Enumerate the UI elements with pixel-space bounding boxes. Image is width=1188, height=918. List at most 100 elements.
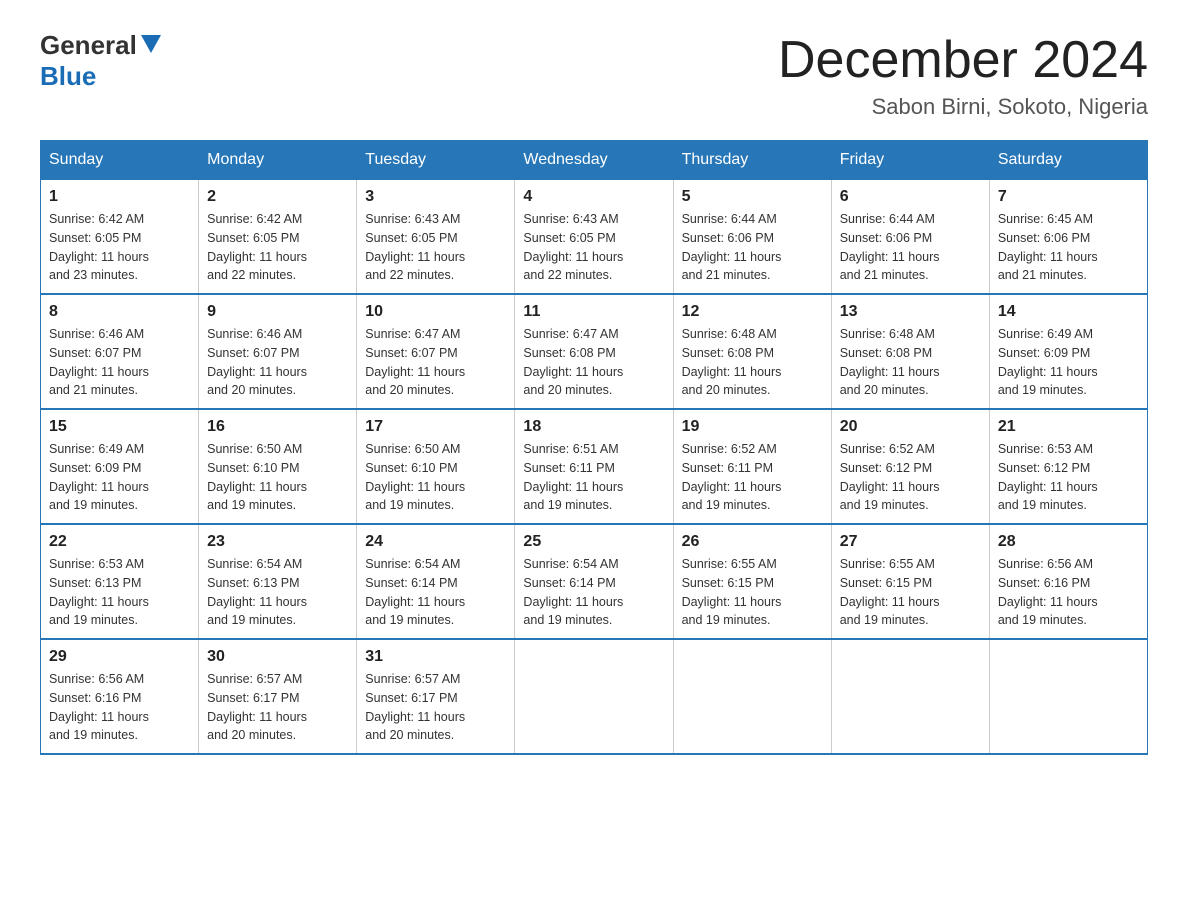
calendar-table: SundayMondayTuesdayWednesdayThursdayFrid… — [40, 140, 1148, 755]
day-number: 14 — [998, 303, 1139, 321]
calendar-day-cell: 1 Sunrise: 6:42 AM Sunset: 6:05 PM Dayli… — [41, 180, 199, 295]
calendar-day-cell: 14 Sunrise: 6:49 AM Sunset: 6:09 PM Dayl… — [989, 294, 1147, 409]
day-info: Sunrise: 6:48 AM Sunset: 6:08 PM Dayligh… — [840, 325, 981, 400]
calendar-day-cell: 28 Sunrise: 6:56 AM Sunset: 6:16 PM Dayl… — [989, 524, 1147, 639]
calendar-day-cell: 8 Sunrise: 6:46 AM Sunset: 6:07 PM Dayli… — [41, 294, 199, 409]
day-info: Sunrise: 6:51 AM Sunset: 6:11 PM Dayligh… — [523, 440, 664, 515]
day-info: Sunrise: 6:46 AM Sunset: 6:07 PM Dayligh… — [207, 325, 348, 400]
day-info: Sunrise: 6:48 AM Sunset: 6:08 PM Dayligh… — [682, 325, 823, 400]
day-info: Sunrise: 6:53 AM Sunset: 6:12 PM Dayligh… — [998, 440, 1139, 515]
logo-general-text: General — [40, 30, 137, 61]
calendar-day-cell: 24 Sunrise: 6:54 AM Sunset: 6:14 PM Dayl… — [357, 524, 515, 639]
day-number: 27 — [840, 533, 981, 551]
calendar-day-cell: 4 Sunrise: 6:43 AM Sunset: 6:05 PM Dayli… — [515, 180, 673, 295]
calendar-day-cell: 17 Sunrise: 6:50 AM Sunset: 6:10 PM Dayl… — [357, 409, 515, 524]
day-number: 30 — [207, 648, 348, 666]
day-number: 3 — [365, 188, 506, 206]
weekday-header-saturday: Saturday — [989, 141, 1147, 180]
calendar-day-cell: 7 Sunrise: 6:45 AM Sunset: 6:06 PM Dayli… — [989, 180, 1147, 295]
calendar-day-cell: 19 Sunrise: 6:52 AM Sunset: 6:11 PM Dayl… — [673, 409, 831, 524]
location-subtitle: Sabon Birni, Sokoto, Nigeria — [778, 94, 1148, 120]
calendar-day-cell: 20 Sunrise: 6:52 AM Sunset: 6:12 PM Dayl… — [831, 409, 989, 524]
calendar-week-row: 22 Sunrise: 6:53 AM Sunset: 6:13 PM Dayl… — [41, 524, 1148, 639]
weekday-header-tuesday: Tuesday — [357, 141, 515, 180]
calendar-day-cell: 3 Sunrise: 6:43 AM Sunset: 6:05 PM Dayli… — [357, 180, 515, 295]
day-number: 17 — [365, 418, 506, 436]
calendar-day-cell: 12 Sunrise: 6:48 AM Sunset: 6:08 PM Dayl… — [673, 294, 831, 409]
day-info: Sunrise: 6:54 AM Sunset: 6:14 PM Dayligh… — [365, 555, 506, 630]
day-info: Sunrise: 6:49 AM Sunset: 6:09 PM Dayligh… — [998, 325, 1139, 400]
day-number: 25 — [523, 533, 664, 551]
day-number: 11 — [523, 303, 664, 321]
calendar-week-row: 15 Sunrise: 6:49 AM Sunset: 6:09 PM Dayl… — [41, 409, 1148, 524]
day-info: Sunrise: 6:42 AM Sunset: 6:05 PM Dayligh… — [207, 210, 348, 285]
day-info: Sunrise: 6:57 AM Sunset: 6:17 PM Dayligh… — [365, 670, 506, 745]
day-number: 19 — [682, 418, 823, 436]
calendar-day-cell: 5 Sunrise: 6:44 AM Sunset: 6:06 PM Dayli… — [673, 180, 831, 295]
day-info: Sunrise: 6:44 AM Sunset: 6:06 PM Dayligh… — [682, 210, 823, 285]
day-number: 7 — [998, 188, 1139, 206]
day-info: Sunrise: 6:55 AM Sunset: 6:15 PM Dayligh… — [682, 555, 823, 630]
calendar-day-cell: 10 Sunrise: 6:47 AM Sunset: 6:07 PM Dayl… — [357, 294, 515, 409]
day-number: 9 — [207, 303, 348, 321]
day-number: 31 — [365, 648, 506, 666]
calendar-day-cell — [831, 639, 989, 754]
day-info: Sunrise: 6:50 AM Sunset: 6:10 PM Dayligh… — [207, 440, 348, 515]
day-number: 21 — [998, 418, 1139, 436]
day-info: Sunrise: 6:53 AM Sunset: 6:13 PM Dayligh… — [49, 555, 190, 630]
calendar-week-row: 1 Sunrise: 6:42 AM Sunset: 6:05 PM Dayli… — [41, 180, 1148, 295]
day-number: 8 — [49, 303, 190, 321]
calendar-day-cell: 23 Sunrise: 6:54 AM Sunset: 6:13 PM Dayl… — [199, 524, 357, 639]
calendar-day-cell — [989, 639, 1147, 754]
logo-triangle-icon — [141, 33, 161, 59]
calendar-day-cell: 27 Sunrise: 6:55 AM Sunset: 6:15 PM Dayl… — [831, 524, 989, 639]
logo-blue-text: Blue — [40, 61, 96, 91]
month-title: December 2024 — [778, 30, 1148, 90]
day-number: 13 — [840, 303, 981, 321]
title-area: December 2024 Sabon Birni, Sokoto, Niger… — [778, 30, 1148, 120]
day-number: 4 — [523, 188, 664, 206]
weekday-header-monday: Monday — [199, 141, 357, 180]
day-info: Sunrise: 6:46 AM Sunset: 6:07 PM Dayligh… — [49, 325, 190, 400]
day-number: 20 — [840, 418, 981, 436]
day-number: 16 — [207, 418, 348, 436]
day-info: Sunrise: 6:52 AM Sunset: 6:11 PM Dayligh… — [682, 440, 823, 515]
weekday-header-wednesday: Wednesday — [515, 141, 673, 180]
day-info: Sunrise: 6:43 AM Sunset: 6:05 PM Dayligh… — [523, 210, 664, 285]
calendar-day-cell: 21 Sunrise: 6:53 AM Sunset: 6:12 PM Dayl… — [989, 409, 1147, 524]
day-number: 26 — [682, 533, 823, 551]
calendar-day-cell: 9 Sunrise: 6:46 AM Sunset: 6:07 PM Dayli… — [199, 294, 357, 409]
day-number: 5 — [682, 188, 823, 206]
header: General Blue December 2024 Sabon Birni, … — [40, 30, 1148, 120]
day-info: Sunrise: 6:42 AM Sunset: 6:05 PM Dayligh… — [49, 210, 190, 285]
day-number: 18 — [523, 418, 664, 436]
day-number: 10 — [365, 303, 506, 321]
day-number: 24 — [365, 533, 506, 551]
day-info: Sunrise: 6:47 AM Sunset: 6:07 PM Dayligh… — [365, 325, 506, 400]
calendar-day-cell: 16 Sunrise: 6:50 AM Sunset: 6:10 PM Dayl… — [199, 409, 357, 524]
weekday-header-row: SundayMondayTuesdayWednesdayThursdayFrid… — [41, 141, 1148, 180]
day-number: 15 — [49, 418, 190, 436]
day-number: 1 — [49, 188, 190, 206]
calendar-week-row: 8 Sunrise: 6:46 AM Sunset: 6:07 PM Dayli… — [41, 294, 1148, 409]
weekday-header-sunday: Sunday — [41, 141, 199, 180]
day-info: Sunrise: 6:54 AM Sunset: 6:13 PM Dayligh… — [207, 555, 348, 630]
day-number: 28 — [998, 533, 1139, 551]
day-info: Sunrise: 6:56 AM Sunset: 6:16 PM Dayligh… — [998, 555, 1139, 630]
calendar-day-cell: 26 Sunrise: 6:55 AM Sunset: 6:15 PM Dayl… — [673, 524, 831, 639]
day-info: Sunrise: 6:52 AM Sunset: 6:12 PM Dayligh… — [840, 440, 981, 515]
day-info: Sunrise: 6:57 AM Sunset: 6:17 PM Dayligh… — [207, 670, 348, 745]
weekday-header-friday: Friday — [831, 141, 989, 180]
calendar-day-cell: 25 Sunrise: 6:54 AM Sunset: 6:14 PM Dayl… — [515, 524, 673, 639]
day-info: Sunrise: 6:54 AM Sunset: 6:14 PM Dayligh… — [523, 555, 664, 630]
calendar-day-cell: 6 Sunrise: 6:44 AM Sunset: 6:06 PM Dayli… — [831, 180, 989, 295]
day-number: 23 — [207, 533, 348, 551]
calendar-day-cell — [673, 639, 831, 754]
day-info: Sunrise: 6:44 AM Sunset: 6:06 PM Dayligh… — [840, 210, 981, 285]
day-number: 2 — [207, 188, 348, 206]
day-number: 6 — [840, 188, 981, 206]
day-number: 29 — [49, 648, 190, 666]
day-info: Sunrise: 6:50 AM Sunset: 6:10 PM Dayligh… — [365, 440, 506, 515]
calendar-day-cell — [515, 639, 673, 754]
calendar-day-cell: 30 Sunrise: 6:57 AM Sunset: 6:17 PM Dayl… — [199, 639, 357, 754]
